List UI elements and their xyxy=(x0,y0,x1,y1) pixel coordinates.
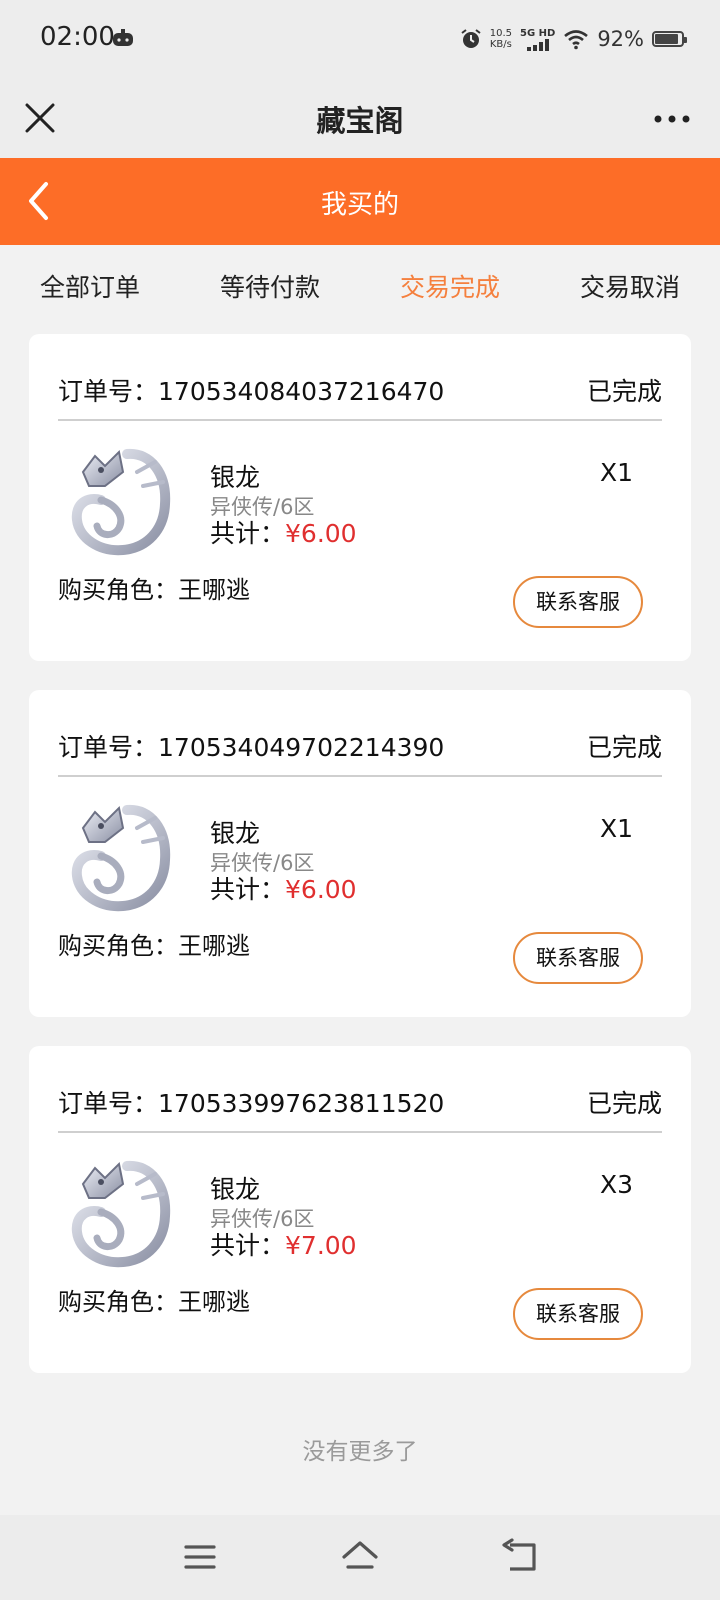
silver-dragon-icon[interactable] xyxy=(65,798,177,916)
order-status: 已完成 xyxy=(586,1089,662,1118)
network-label: 5G HD xyxy=(519,27,556,39)
divider xyxy=(58,419,662,421)
order-card: 订单号：170534049702214390 已完成 银龙 异侠传/6区 共计：… xyxy=(29,690,691,1017)
contact-service-button[interactable]: 联系客服 xyxy=(513,576,643,628)
battery-icon xyxy=(652,31,687,47)
status-time: 02:00 xyxy=(40,22,115,52)
net-speed: 10.5 KB/s xyxy=(489,28,512,50)
no-more-text: 没有更多了 xyxy=(302,1439,418,1465)
item-name: 银龙 xyxy=(210,463,261,492)
item-name: 银龙 xyxy=(210,1175,261,1204)
battery-percent: 92% xyxy=(597,27,644,51)
more-icon[interactable] xyxy=(652,104,692,134)
order-number: 订单号：170534084037216470 xyxy=(58,377,445,406)
page-title: 我买的 xyxy=(320,190,399,220)
order-total: 共计：¥7.00 xyxy=(210,1231,357,1260)
contact-service-button[interactable]: 联系客服 xyxy=(513,1288,643,1340)
tab-cancelled[interactable]: 交易取消 xyxy=(540,245,720,331)
silver-dragon-icon[interactable] xyxy=(65,1154,177,1272)
home-icon[interactable] xyxy=(340,1537,380,1577)
item-quantity: X3 xyxy=(599,1170,633,1199)
status-bar: 02:00 10.5 KB/s 5G HD 92% xyxy=(0,0,720,78)
app-title-bar: 藏宝阁 xyxy=(0,78,720,158)
item-quantity: X1 xyxy=(599,458,633,487)
game-controller-icon xyxy=(113,29,133,46)
order-total: 共计：¥6.00 xyxy=(210,875,357,904)
back-icon[interactable] xyxy=(500,1537,540,1577)
tab-all-orders[interactable]: 全部订单 xyxy=(0,245,180,331)
page-header: 我买的 xyxy=(0,158,720,245)
system-nav-bar xyxy=(0,1515,720,1600)
order-price: ¥6.00 xyxy=(285,875,357,904)
menu-icon[interactable] xyxy=(180,1537,220,1577)
signal-icon xyxy=(526,38,549,51)
order-card: 订单号：170534084037216470 已完成 银龙 异侠传/6区 共计：… xyxy=(29,334,691,661)
silver-dragon-icon[interactable] xyxy=(65,442,177,560)
buyer-role: 购买角色：王哪逃 xyxy=(58,576,250,604)
order-status: 已完成 xyxy=(586,733,662,762)
divider xyxy=(58,775,662,777)
alarm-icon xyxy=(461,29,481,48)
order-number: 订单号：170534049702214390 xyxy=(58,733,445,762)
order-total: 共计：¥6.00 xyxy=(210,519,357,548)
tab-awaiting-payment[interactable]: 等待付款 xyxy=(180,245,360,331)
order-tabs: 全部订单 等待付款 交易完成 交易取消 xyxy=(0,245,720,331)
order-status: 已完成 xyxy=(586,377,662,406)
item-name: 银龙 xyxy=(210,819,261,848)
wifi-icon xyxy=(564,30,589,50)
status-icons: 10.5 KB/s 5G HD 92% xyxy=(460,24,687,54)
order-card: 订单号：170533997623811520 已完成 银龙 异侠传/6区 共计：… xyxy=(29,1046,691,1373)
app-title: 藏宝阁 xyxy=(316,104,404,138)
network-indicator: 5G HD xyxy=(520,28,555,51)
buyer-role: 购买角色：王哪逃 xyxy=(58,932,250,960)
buyer-role: 购买角色：王哪逃 xyxy=(58,1288,250,1316)
tab-completed[interactable]: 交易完成 xyxy=(360,245,540,331)
item-quantity: X1 xyxy=(599,814,633,843)
order-number: 订单号：170533997623811520 xyxy=(58,1089,445,1118)
divider xyxy=(58,1131,662,1133)
contact-service-button[interactable]: 联系客服 xyxy=(513,932,643,984)
order-price: ¥6.00 xyxy=(285,519,357,548)
order-price: ¥7.00 xyxy=(285,1231,357,1260)
